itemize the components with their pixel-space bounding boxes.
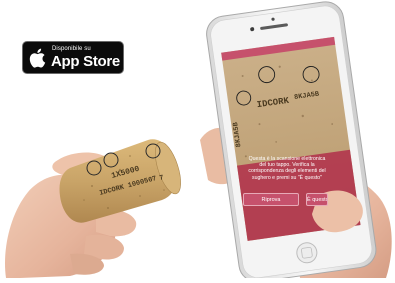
wine-cork: 1X5000 IDCORK 1000567 7 xyxy=(59,139,181,223)
apple-icon xyxy=(29,48,46,68)
product-photo: 1X5000 IDCORK 1000567 7 IDCORK 8KJA5B 8K… xyxy=(0,0,395,283)
scan-message: Questa è la scansione elettronica del tu… xyxy=(248,156,326,181)
badge-store-name: App Store xyxy=(51,53,120,70)
confirm-button-label: È questo xyxy=(307,197,328,203)
confirm-button[interactable]: È questo xyxy=(306,193,328,206)
badge-small-text: Disponibile su xyxy=(52,46,91,52)
app-store-badge[interactable]: Disponibile su App Store xyxy=(22,41,124,74)
retry-button[interactable]: Riprova xyxy=(243,193,299,206)
smartphone: IDCORK 8KJA5B 8KJA5B xyxy=(206,1,377,283)
